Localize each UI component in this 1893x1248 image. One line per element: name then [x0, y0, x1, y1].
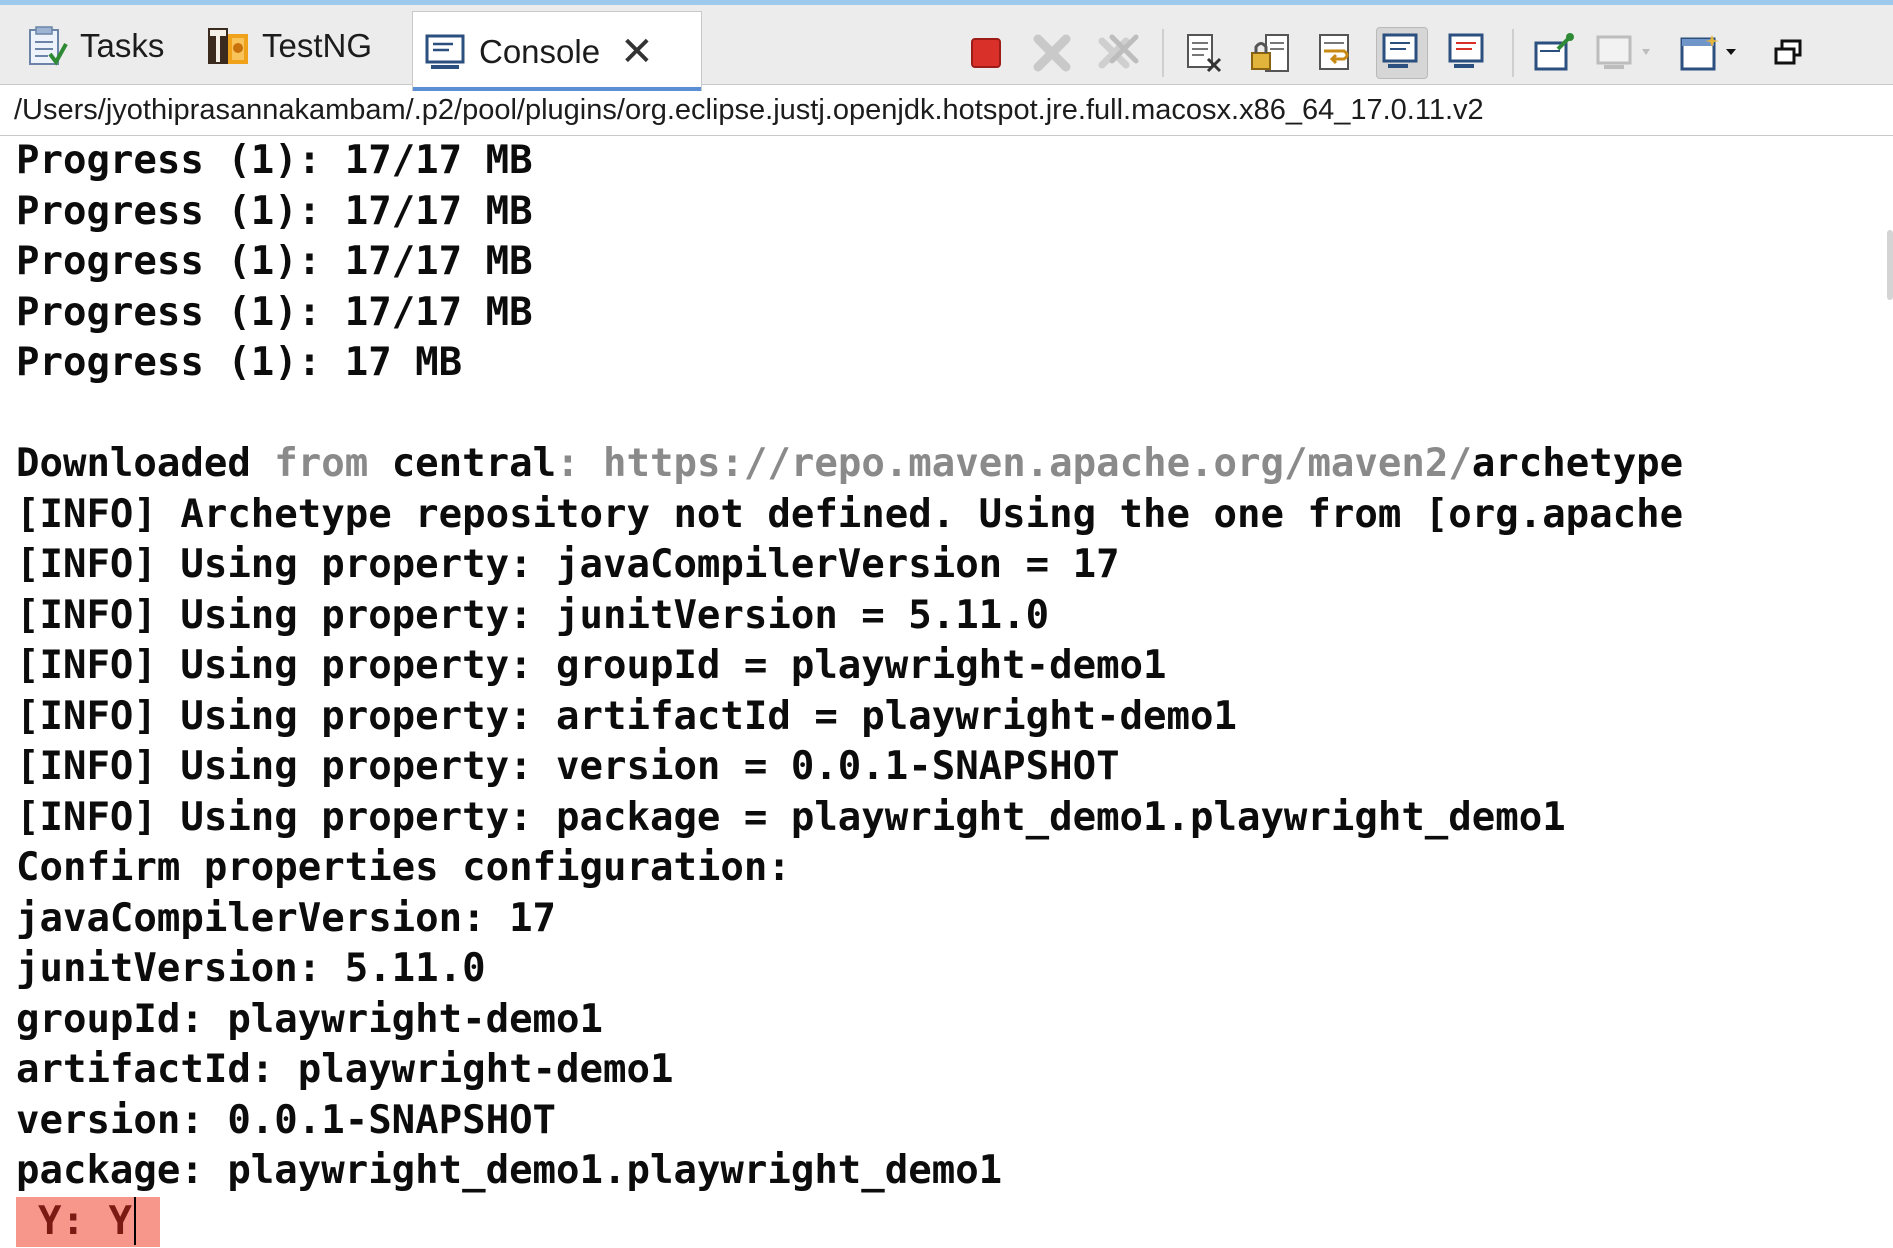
console-line: groupId: playwright-demo1	[16, 996, 603, 1042]
tab-console-label: Console	[479, 32, 601, 70]
tab-tasks[interactable]: Tasks	[14, 11, 164, 81]
console-line: Confirm properties configuration:	[16, 845, 791, 890]
console-user-input[interactable]: Y: Y	[16, 1196, 160, 1247]
console-line: Progress (1): 17/17 MB	[16, 289, 533, 335]
downloaded-central: central	[391, 441, 557, 486]
remove-launch-icon[interactable]	[1026, 27, 1078, 79]
console-line: version: 0.0.1-SNAPSHOT	[16, 1097, 557, 1143]
console-input-line[interactable]: Y: Y	[16, 1196, 1893, 1248]
tab-tasks-label: Tasks	[80, 27, 165, 64]
console-line: [INFO] Archetype repository not defined.…	[16, 491, 1684, 537]
tab-testng-label: TestNG	[262, 27, 373, 64]
terminate-icon[interactable]	[960, 27, 1012, 79]
console-icon	[423, 30, 467, 74]
console-line: [INFO] Using property: artifactId = play…	[16, 693, 1237, 739]
vertical-scrollbar[interactable]	[1887, 230, 1893, 300]
console-line: [INFO] Using property: package = playwri…	[16, 794, 1566, 840]
tasks-icon	[24, 24, 68, 68]
tab-console[interactable]: Console ✕	[412, 11, 702, 91]
view-tab-bar: Tasks TestNG Console ✕	[0, 5, 1893, 91]
toolbar-separator	[1162, 29, 1164, 77]
show-console-on-stderr-icon[interactable]	[1442, 27, 1494, 79]
maximize-view-icon[interactable]	[1762, 27, 1814, 79]
downloaded-url: https://repo.maven.apache.org/maven2/	[603, 441, 1472, 486]
scroll-lock-icon[interactable]	[1244, 27, 1296, 79]
show-console-on-stdout-icon[interactable]	[1376, 27, 1428, 79]
console-line: junitVersion: 5.11.0	[16, 946, 486, 991]
console-line: Progress (1): 17 MB	[16, 340, 463, 385]
console-line: Progress (1): 17/17 MB	[16, 138, 533, 183]
downloaded-tail: archetype	[1471, 441, 1684, 486]
console-line: package: playwright_demo1.playwright_dem…	[16, 1148, 1003, 1193]
clear-console-icon[interactable]	[1178, 27, 1230, 79]
word-wrap-icon[interactable]	[1310, 27, 1362, 79]
testng-icon	[206, 24, 250, 68]
console-output[interactable]: Progress (1): 17/17 MB Progress (1): 17/…	[0, 136, 1893, 1248]
display-selected-console-icon[interactable]	[1594, 27, 1664, 79]
console-line: [INFO] Using property: version = 0.0.1-S…	[16, 744, 1120, 789]
tab-testng[interactable]: TestNG	[196, 11, 372, 81]
console-line: [INFO] Using property: groupId = playwri…	[16, 643, 1167, 688]
console-line: [INFO] Using property: junitVersion = 5.…	[16, 592, 1050, 638]
close-icon[interactable]: ✕	[620, 32, 654, 72]
downloaded-from: from	[250, 441, 392, 486]
remove-all-terminated-icon[interactable]	[1092, 27, 1144, 79]
downloaded-word: Downloaded	[16, 441, 251, 486]
downloaded-colon: :	[556, 441, 604, 486]
open-console-icon[interactable]	[1678, 27, 1748, 79]
pin-console-icon[interactable]	[1528, 27, 1580, 79]
toolbar-separator	[1512, 29, 1514, 77]
console-toolbar	[960, 23, 1828, 83]
console-line: artifactId: playwright-demo1	[16, 1047, 674, 1092]
console-line: Progress (1): 17/17 MB	[16, 188, 533, 234]
process-path: /Users/jyothiprasannakambam/.p2/pool/plu…	[0, 86, 1893, 136]
text-caret	[133, 1196, 136, 1245]
console-line: [INFO] Using property: javaCompilerVersi…	[16, 542, 1120, 587]
console-line-downloaded: Downloaded from central: https://repo.ma…	[16, 439, 1893, 490]
console-line: javaCompilerVersion: 17	[16, 895, 557, 941]
console-line: Progress (1): 17/17 MB	[16, 239, 533, 284]
